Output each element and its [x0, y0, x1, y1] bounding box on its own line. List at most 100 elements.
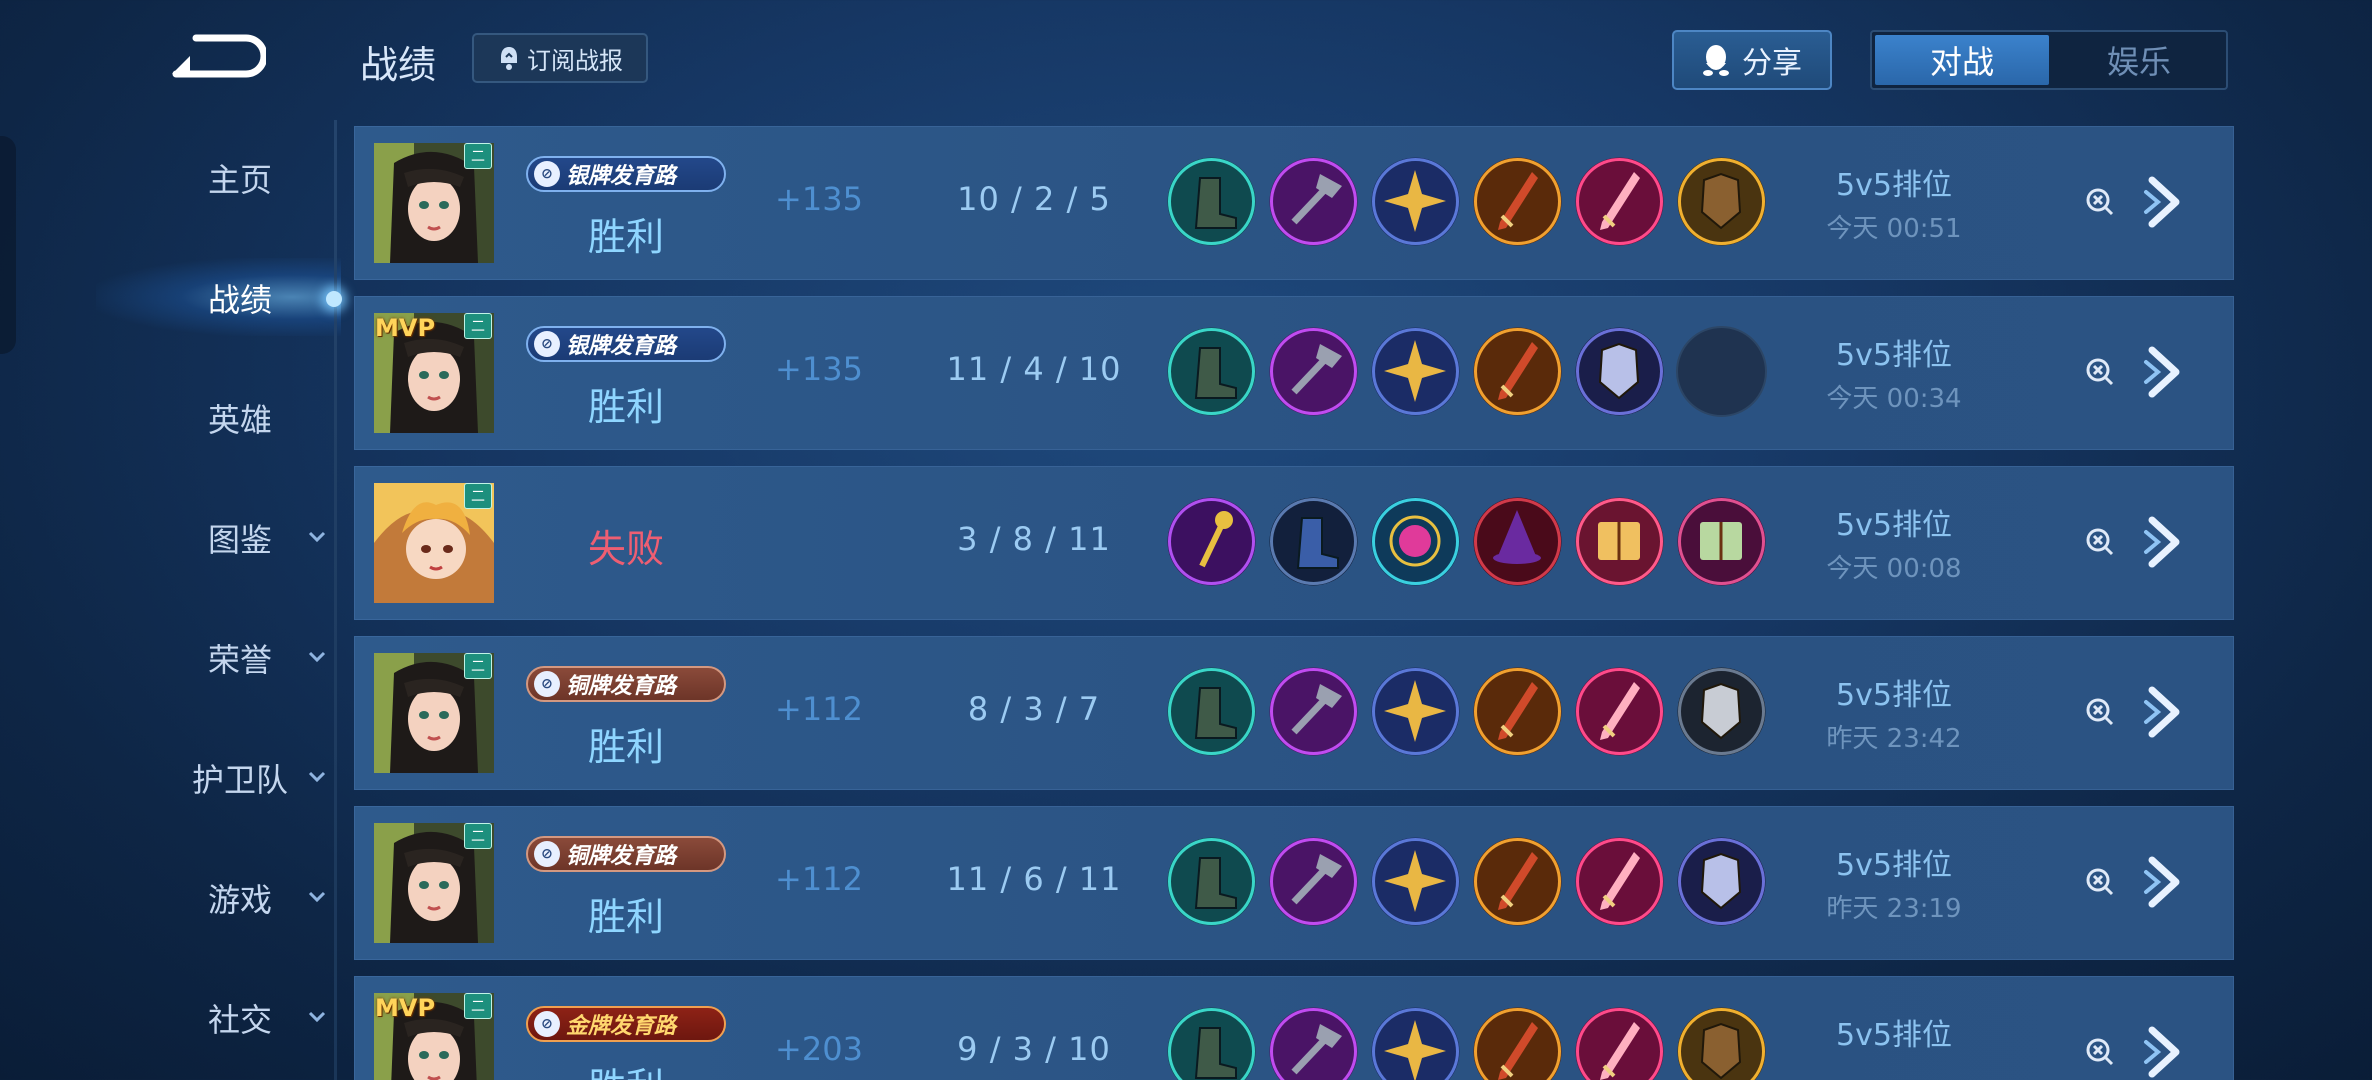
- chevron-right-icon[interactable]: [2142, 1024, 2188, 1080]
- sidebar-divider: [334, 120, 337, 1080]
- sidebar-item-games[interactable]: 游戏: [140, 868, 340, 928]
- axe-item-icon: [1268, 1006, 1359, 1080]
- rank-medal-icon: ⊘: [534, 1011, 560, 1037]
- tab-entertainment[interactable]: 娱乐: [2052, 32, 2226, 88]
- rank-badge: ⊘ 银牌发育路: [526, 156, 726, 192]
- dark-armor-item-icon: [1676, 836, 1767, 927]
- game-mode: 5v5排位: [1836, 848, 1952, 883]
- mvp-badge: MVP: [375, 314, 436, 342]
- match-row[interactable]: 二 MVP ⊘ 金牌发育路 胜利 +203 9 / 3 / 10 5v5排位: [354, 976, 2234, 1080]
- star-item-icon: [1370, 326, 1461, 417]
- chevron-down-icon: [308, 891, 326, 903]
- match-time: 今天 00:51: [1826, 214, 1962, 244]
- game-mode: 5v5排位: [1836, 338, 1952, 373]
- sidebar-item-codex[interactable]: 图鉴: [140, 508, 340, 568]
- edge-drawer-handle[interactable]: [0, 136, 16, 354]
- armor-item-icon: [1676, 1006, 1767, 1080]
- rank-badge-label: 银牌发育路: [566, 334, 677, 359]
- blade-item-icon: [1472, 326, 1563, 417]
- bell-icon: [501, 47, 517, 70]
- sidebar-item-home[interactable]: 主页: [140, 148, 340, 208]
- rank-badge-label: 铜牌发育路: [566, 844, 677, 869]
- axe-item-icon: [1268, 326, 1359, 417]
- replay-icon[interactable]: [2084, 186, 2114, 216]
- match-row[interactable]: 二 ⊘ 铜牌发育路 胜利 +112 8 / 3 / 7 5v5排位 昨天 23:42: [354, 636, 2234, 790]
- rank-medal-icon: ⊘: [534, 841, 560, 867]
- pink-blade-item-icon: [1574, 1006, 1665, 1080]
- orb-item-icon: [1370, 496, 1461, 587]
- item-build: [1166, 1006, 1767, 1080]
- replay-icon[interactable]: [2084, 1036, 2114, 1066]
- replay-icon[interactable]: [2084, 696, 2114, 726]
- axe-item-icon: [1268, 156, 1359, 247]
- qq-penguin-icon: [1703, 45, 1729, 76]
- chest-armor-item-icon: [1676, 666, 1767, 757]
- match-time: 昨天 23:42: [1826, 724, 1962, 754]
- sidebar-item-label: 战绩: [207, 281, 272, 319]
- sidebar-item-honor[interactable]: 荣誉: [140, 628, 340, 688]
- boots-item-icon: [1166, 326, 1257, 417]
- hat-item-icon: [1472, 496, 1563, 587]
- item-build: [1166, 836, 1767, 927]
- kda-score: 10 / 2 / 5: [957, 180, 1111, 218]
- star-item-icon: [1370, 836, 1461, 927]
- chevron-right-icon[interactable]: [2142, 514, 2188, 570]
- blade-item-icon: [1472, 836, 1563, 927]
- kda-score: 11 / 4 / 10: [946, 350, 1122, 388]
- rank-points: +135: [775, 350, 863, 388]
- match-result: 胜利: [526, 1056, 726, 1080]
- chevron-right-icon[interactable]: [2142, 854, 2188, 910]
- item-build: [1166, 666, 1767, 757]
- chevron-down-icon: [308, 531, 326, 543]
- sidebar-item-label: 图鉴: [207, 521, 272, 559]
- match-result: 胜利: [587, 895, 664, 939]
- match-row[interactable]: 二 MVP ⊘ 银牌发育路 胜利 +135 11 / 4 / 10 5v5排位 今天 0…: [354, 296, 2234, 450]
- subscribe-report-button[interactable]: 订阅战报: [472, 33, 648, 83]
- match-time: 昨天 23:19: [1826, 894, 1962, 924]
- boots-item-icon: [1166, 156, 1257, 247]
- chevron-right-icon[interactable]: [2142, 684, 2188, 740]
- blue-boots-item-icon: [1268, 496, 1359, 587]
- game-mode: 5v5排位: [1836, 1018, 1952, 1053]
- match-result: 胜利: [587, 215, 664, 259]
- chevron-down-icon: [308, 771, 326, 783]
- share-button[interactable]: 分享: [1672, 30, 1832, 90]
- axe-item-icon: [1268, 836, 1359, 927]
- replay-icon[interactable]: [2084, 526, 2114, 556]
- game-mode: 5v5排位: [1836, 168, 1952, 203]
- sidebar-item-label: 英雄: [207, 401, 272, 439]
- blade-item-icon: [1472, 156, 1563, 247]
- green-book-item-icon: [1676, 496, 1767, 587]
- kda-score: 9 / 3 / 10: [957, 1030, 1111, 1068]
- back-arrow-icon[interactable]: [166, 28, 266, 84]
- gold-staff-item-icon: [1166, 496, 1257, 587]
- rank-medal-icon: ⊘: [534, 161, 560, 187]
- sidebar-item-heroes[interactable]: 英雄: [140, 388, 340, 448]
- rank-badge-label: 铜牌发育路: [566, 674, 677, 699]
- rank-badge-label: 银牌发育路: [566, 164, 677, 189]
- rank-badge-label: 金牌发育路: [566, 1014, 677, 1039]
- item-build: [1166, 496, 1767, 587]
- tab-battle[interactable]: 对战: [1875, 35, 2049, 85]
- match-row[interactable]: 二 ⊘ 银牌发育路 胜利 +135 10 / 2 / 5 5v5排位 今天 00:51: [354, 126, 2234, 280]
- level-badge: 二: [464, 143, 492, 169]
- level-badge: 二: [464, 993, 492, 1019]
- replay-icon[interactable]: [2084, 866, 2114, 896]
- sidebar-item-records[interactable]: 战绩: [140, 268, 340, 328]
- match-row[interactable]: 二失败 3 / 8 / 11 5v5排位 今天 00:08: [354, 466, 2234, 620]
- sidebar-item-label: 荣誉: [207, 641, 272, 679]
- chevron-right-icon[interactable]: [2142, 344, 2188, 400]
- mvp-badge: MVP: [375, 994, 436, 1022]
- rank-medal-icon: ⊘: [534, 331, 560, 357]
- rank-points: +112: [775, 690, 863, 728]
- match-row[interactable]: 二 ⊘ 铜牌发育路 胜利 +112 11 / 6 / 11 5v5排位 昨天 23:1…: [354, 806, 2234, 960]
- pink-blade-item-icon: [1574, 836, 1665, 927]
- sidebar-item-guard[interactable]: 护卫队: [140, 748, 340, 808]
- level-badge: 二: [464, 313, 492, 339]
- blade-item-icon: [1472, 666, 1563, 757]
- rank-badge: ⊘ 金牌发育路: [526, 1006, 726, 1042]
- chevron-right-icon[interactable]: [2142, 174, 2188, 230]
- book-item-icon: [1574, 496, 1665, 587]
- sidebar-item-social[interactable]: 社交: [140, 988, 340, 1048]
- replay-icon[interactable]: [2084, 356, 2114, 386]
